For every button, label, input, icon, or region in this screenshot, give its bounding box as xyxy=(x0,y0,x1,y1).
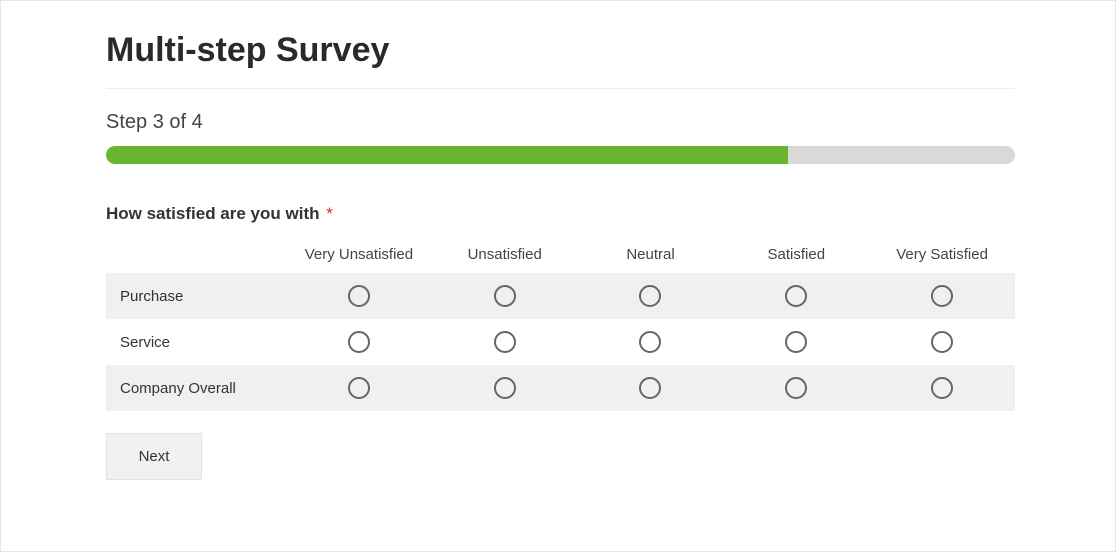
progress-bar-fill xyxy=(106,146,788,164)
question-label: How satisfied are you with * xyxy=(106,204,1015,224)
radio-purchase-unsatisfied[interactable] xyxy=(494,285,516,307)
question-text: How satisfied are you with xyxy=(106,204,320,223)
row-label-purchase: Purchase xyxy=(106,273,286,319)
survey-frame: Multi-step Survey Step 3 of 4 How satisf… xyxy=(0,0,1116,552)
progress-bar-track xyxy=(106,146,1015,164)
table-row: Service xyxy=(106,319,1015,365)
step-indicator: Step 3 of 4 xyxy=(106,111,1015,134)
likert-matrix: Very Unsatisfied Unsatisfied Neutral Sat… xyxy=(106,240,1015,411)
radio-service-very-unsatisfied[interactable] xyxy=(348,331,370,353)
matrix-corner xyxy=(106,240,286,273)
table-row: Company Overall xyxy=(106,365,1015,411)
radio-company-very-unsatisfied[interactable] xyxy=(348,377,370,399)
col-header-unsatisfied: Unsatisfied xyxy=(432,240,578,273)
radio-purchase-very-satisfied[interactable] xyxy=(931,285,953,307)
radio-service-unsatisfied[interactable] xyxy=(494,331,516,353)
radio-company-unsatisfied[interactable] xyxy=(494,377,516,399)
radio-purchase-neutral[interactable] xyxy=(639,285,661,307)
radio-service-very-satisfied[interactable] xyxy=(931,331,953,353)
required-asterisk: * xyxy=(326,204,333,223)
col-header-satisfied: Satisfied xyxy=(723,240,869,273)
radio-purchase-satisfied[interactable] xyxy=(785,285,807,307)
radio-company-neutral[interactable] xyxy=(639,377,661,399)
table-row: Purchase xyxy=(106,273,1015,319)
radio-service-neutral[interactable] xyxy=(639,331,661,353)
title-divider xyxy=(106,88,1015,89)
col-header-neutral: Neutral xyxy=(578,240,724,273)
radio-service-satisfied[interactable] xyxy=(785,331,807,353)
radio-company-satisfied[interactable] xyxy=(785,377,807,399)
page-title: Multi-step Survey xyxy=(106,31,1015,70)
radio-purchase-very-unsatisfied[interactable] xyxy=(348,285,370,307)
col-header-very-satisfied: Very Satisfied xyxy=(869,240,1015,273)
radio-company-very-satisfied[interactable] xyxy=(931,377,953,399)
col-header-very-unsatisfied: Very Unsatisfied xyxy=(286,240,432,273)
row-label-service: Service xyxy=(106,319,286,365)
next-button[interactable]: Next xyxy=(106,433,202,480)
row-label-company-overall: Company Overall xyxy=(106,365,286,411)
